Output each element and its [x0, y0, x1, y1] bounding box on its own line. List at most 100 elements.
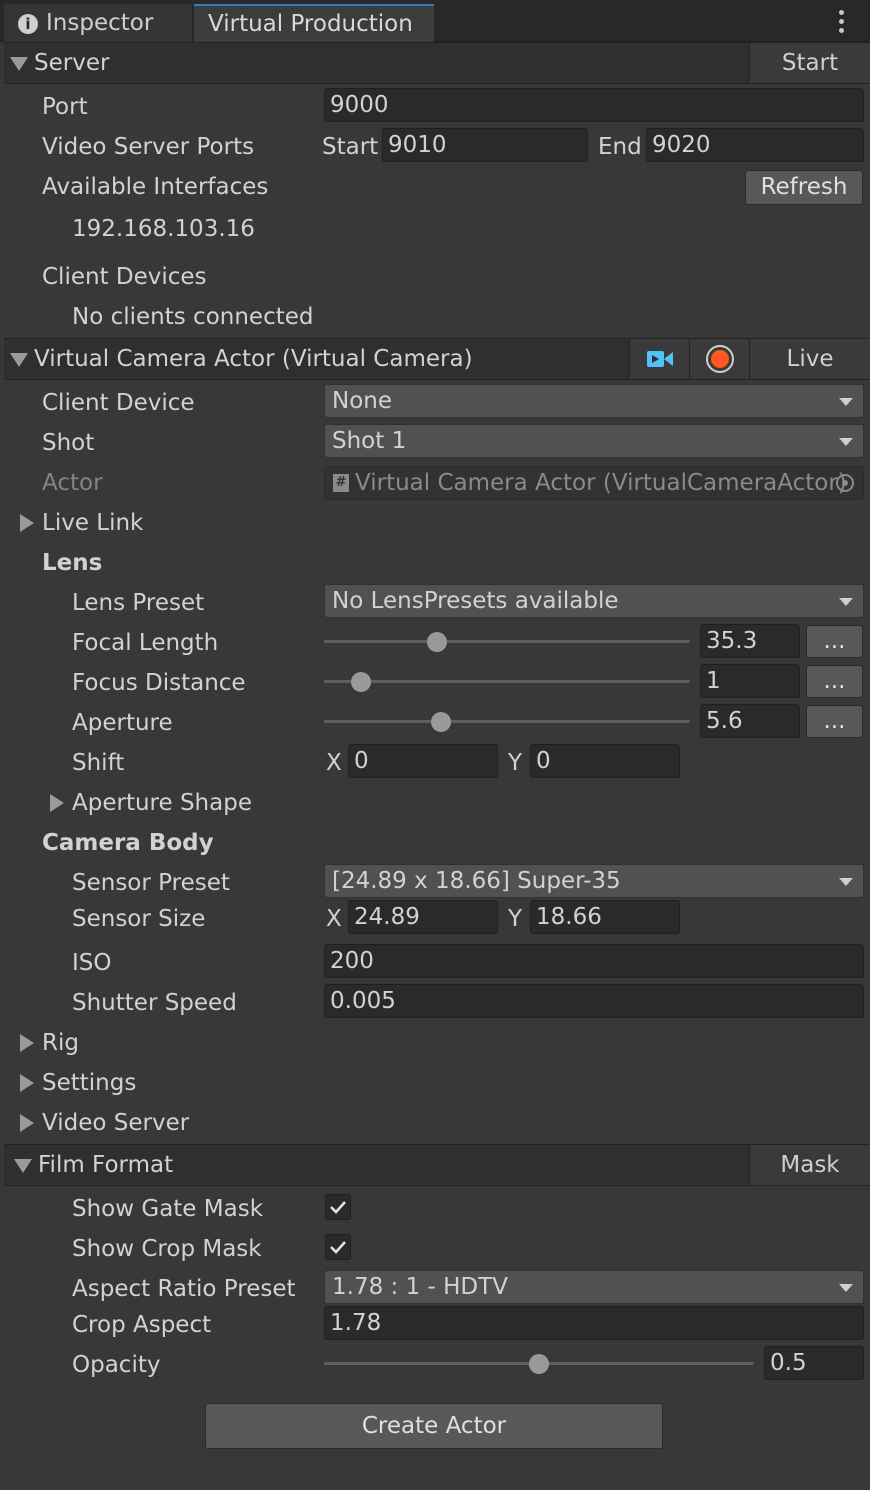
available-interfaces-label: Available Interfaces	[42, 174, 269, 200]
iso-field[interactable]: 200	[324, 944, 864, 978]
lens-preset-label: Lens Preset	[72, 590, 205, 616]
focus-distance-slider-track[interactable]	[324, 680, 690, 683]
video-server-foldout[interactable]: Video Server	[42, 1108, 189, 1138]
aperture-more-button[interactable]: ...	[806, 705, 863, 738]
focal-length-label: Focal Length	[72, 630, 219, 656]
focal-length-slider-knob[interactable]	[427, 632, 448, 652]
interface-ip: 192.168.103.16	[72, 216, 255, 242]
shot-value: Shot 1	[332, 428, 407, 454]
rig-foldout[interactable]: Rig	[42, 1028, 79, 1058]
mask-button[interactable]: Mask	[749, 1145, 870, 1185]
lens-preset-dropdown[interactable]: No LensPresets available	[324, 584, 864, 618]
expand-triangle-icon[interactable]	[20, 1114, 34, 1132]
server-title: Server	[34, 50, 110, 76]
port-field[interactable]: 9000	[324, 88, 864, 122]
focus-distance-field[interactable]: 1	[700, 664, 800, 698]
sensor-preset-dropdown[interactable]: [24.89 x 18.66] Super-35	[324, 864, 864, 898]
expand-triangle-icon[interactable]	[50, 794, 64, 812]
video-server-ports-label: Video Server Ports	[42, 134, 255, 160]
lens-preset-value: No LensPresets available	[332, 588, 619, 614]
client-device-label: Client Device	[42, 390, 195, 416]
tab-inspector[interactable]: i Inspector	[4, 4, 192, 42]
aperture-label: Aperture	[72, 710, 173, 736]
sensor-preset-value: [24.89 x 18.66] Super-35	[332, 868, 621, 894]
start-port-field[interactable]: 9010	[382, 128, 588, 162]
sensor-y-field[interactable]: 18.66	[530, 900, 680, 934]
info-icon: i	[18, 13, 38, 34]
virtual-camera-section-header[interactable]: Virtual Camera Actor (Virtual Camera) Li…	[4, 338, 870, 380]
opacity-label: Opacity	[72, 1352, 161, 1378]
sensor-y-label: Y	[508, 906, 523, 932]
server-section-header[interactable]: Server Start	[4, 42, 870, 84]
shot-label: Shot	[42, 430, 95, 456]
live-link-foldout[interactable]: Live Link	[42, 508, 143, 538]
shift-y-field[interactable]: 0	[530, 744, 680, 778]
create-actor-button[interactable]: Create Actor	[205, 1403, 663, 1449]
aperture-slider-knob[interactable]	[431, 712, 452, 732]
sensor-preset-label: Sensor Preset	[72, 870, 230, 896]
show-crop-mask-checkbox[interactable]	[325, 1234, 351, 1260]
expand-triangle-icon[interactable]	[20, 1034, 34, 1052]
settings-foldout[interactable]: Settings	[42, 1068, 136, 1098]
sensor-size-label: Sensor Size	[72, 906, 206, 932]
start-port-label: Start	[322, 134, 379, 160]
expand-triangle-icon[interactable]	[20, 514, 34, 532]
tab-virtual-production-label: Virtual Production	[208, 11, 413, 37]
tab-virtual-production[interactable]: Virtual Production	[194, 4, 434, 42]
start-server-button[interactable]: Start	[749, 43, 870, 83]
film-format-section-header[interactable]: Film Format Mask	[4, 1144, 870, 1186]
expand-triangle-icon[interactable]	[20, 1074, 34, 1092]
aperture-field[interactable]: 5.6	[700, 704, 800, 738]
focal-length-field[interactable]: 35.3	[700, 624, 800, 658]
shift-x-field[interactable]: 0	[348, 744, 498, 778]
tab-inspector-label: Inspector	[46, 10, 154, 36]
focal-length-slider-track[interactable]	[324, 640, 690, 643]
record-icon	[705, 345, 734, 373]
shutter-speed-label: Shutter Speed	[72, 990, 237, 1016]
film-format-title: Film Format	[38, 1152, 174, 1178]
collapse-triangle-icon	[14, 1159, 32, 1173]
actor-label: Actor	[42, 470, 103, 496]
more-options-icon[interactable]	[834, 10, 848, 34]
chevron-down-icon	[839, 438, 853, 446]
shutter-speed-field[interactable]: 0.005	[324, 984, 864, 1018]
focus-distance-slider-knob[interactable]	[350, 672, 371, 692]
object-picker-icon[interactable]	[835, 473, 855, 493]
shift-x-label: X	[326, 750, 342, 776]
client-device-dropdown[interactable]: None	[324, 384, 864, 418]
collapse-triangle-icon	[10, 57, 28, 71]
focus-distance-more-button[interactable]: ...	[806, 665, 863, 698]
sensor-x-label: X	[326, 906, 342, 932]
end-port-label: End	[598, 134, 642, 160]
chevron-down-icon	[839, 598, 853, 606]
video-stream-button[interactable]	[629, 339, 689, 379]
crop-aspect-label: Crop Aspect	[72, 1312, 212, 1338]
aspect-ratio-preset-dropdown[interactable]: 1.78 : 1 - HDTV	[324, 1270, 864, 1304]
sensor-x-field[interactable]: 24.89	[348, 900, 498, 934]
show-gate-mask-checkbox[interactable]	[325, 1194, 351, 1220]
aspect-ratio-preset-label: Aspect Ratio Preset	[72, 1276, 296, 1302]
script-icon: #	[333, 474, 349, 492]
port-label: Port	[42, 94, 88, 120]
opacity-field[interactable]: 0.5	[764, 1346, 864, 1380]
checkmark-icon	[330, 1201, 346, 1214]
chevron-down-icon	[839, 398, 853, 406]
aperture-shape-foldout[interactable]: Aperture Shape	[72, 788, 252, 818]
aperture-slider-track[interactable]	[324, 720, 690, 723]
aspect-ratio-preset-value: 1.78 : 1 - HDTV	[332, 1274, 508, 1300]
chevron-down-icon	[839, 878, 853, 886]
shot-dropdown[interactable]: Shot 1	[324, 424, 864, 458]
end-port-field[interactable]: 9020	[646, 128, 864, 162]
refresh-button[interactable]: Refresh	[745, 170, 863, 205]
client-devices-label: Client Devices	[42, 264, 207, 290]
checkmark-icon	[330, 1241, 346, 1254]
actor-value: Virtual Camera Actor (VirtualCameraActor…	[355, 470, 847, 496]
opacity-slider-knob[interactable]	[529, 1354, 549, 1374]
actor-object-field[interactable]: # Virtual Camera Actor (VirtualCameraAct…	[324, 466, 864, 500]
virtual-camera-title: Virtual Camera Actor (Virtual Camera)	[34, 346, 473, 372]
record-button[interactable]	[689, 339, 749, 379]
live-button[interactable]: Live	[749, 339, 870, 379]
focal-length-more-button[interactable]: ...	[806, 625, 863, 658]
crop-aspect-field[interactable]: 1.78	[324, 1306, 864, 1340]
tab-bar: i Inspector Virtual Production	[0, 0, 870, 42]
